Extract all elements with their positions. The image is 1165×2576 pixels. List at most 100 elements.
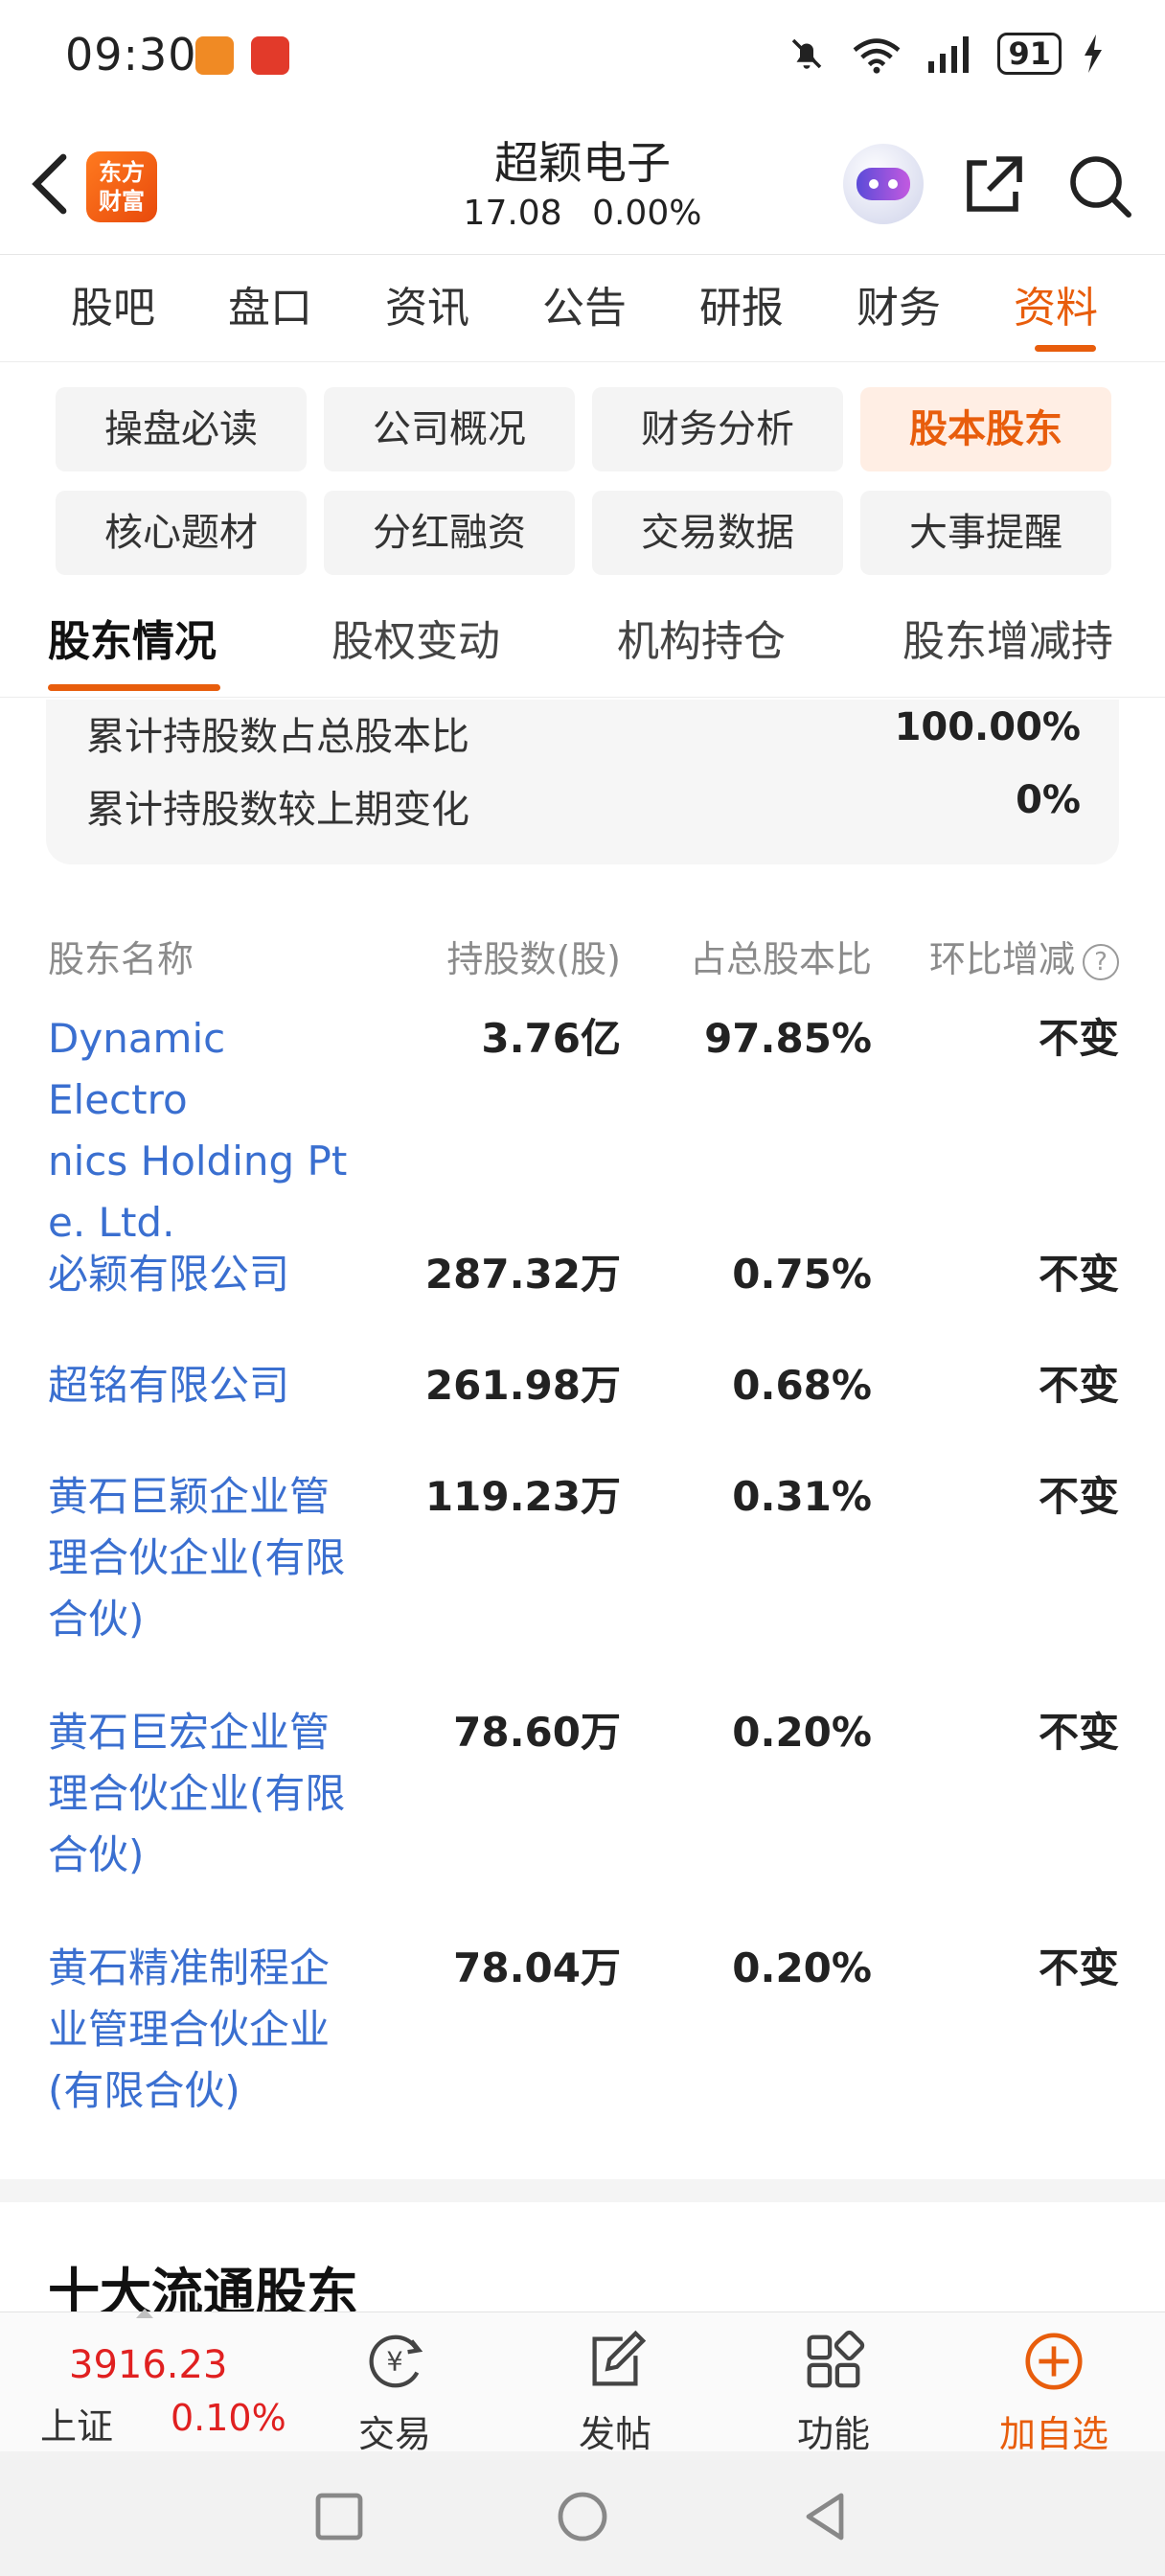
holder-name-line: 黄石巨颖企业管: [48, 1473, 331, 1520]
holder-change: 不变: [1038, 1473, 1119, 1520]
add-watchlist-icon: [1025, 2333, 1083, 2390]
nav-post[interactable]: 发帖: [538, 2328, 692, 2457]
holder-name-link[interactable]: 超铭有限公司: [48, 1355, 374, 1416]
section-financial-analysis-button[interactable]: 财务分析: [592, 387, 843, 472]
home-icon[interactable]: [554, 2488, 611, 2545]
profile-sections-grid: 操盘必读 公司概况 财务分析 股本股东 核心题材 分红融资 交易数据 大事提醒: [56, 387, 1113, 575]
tab-finance[interactable]: 财务: [820, 255, 977, 361]
holder-shares: 287.32万: [424, 1251, 621, 1298]
trade-icon: ¥: [369, 2334, 423, 2388]
holder-name-line: 理合伙企业(有限: [48, 1770, 346, 1817]
holder-ratio: 0.31%: [732, 1473, 872, 1520]
tab-guba[interactable]: 股吧: [34, 255, 192, 361]
charging-icon: [1085, 34, 1102, 73]
holder-change: 不变: [1038, 1251, 1119, 1298]
share-button[interactable]: [958, 151, 1027, 220]
section-events-button[interactable]: 大事提醒: [860, 491, 1111, 575]
tab-announcements[interactable]: 公告: [506, 255, 663, 361]
holder-ratio: 0.75%: [732, 1251, 872, 1298]
tab-research[interactable]: 研报: [663, 255, 820, 361]
stock-price: 17.08: [463, 194, 562, 233]
recent-apps-icon[interactable]: [310, 2488, 368, 2545]
holder-name-line: 业管理合伙企业: [48, 2006, 331, 2053]
tab-equity-changes[interactable]: 股权变动: [331, 594, 500, 690]
mute-bell-icon: [792, 38, 822, 69]
index-value: 3916.23: [69, 2343, 228, 2387]
summary-label: 累计持股数占总股本比: [86, 715, 469, 759]
section-must-read-button[interactable]: 操盘必读: [56, 387, 307, 472]
section-trading-data-button[interactable]: 交易数据: [592, 491, 843, 575]
bottom-nav: 3916.23 上证 0.10% ¥ 交易 发帖 功能 加自选: [0, 2309, 1165, 2455]
stock-header: 东方 财富 超颖电子 17.08 0.00%: [0, 115, 1165, 255]
holder-change: 不变: [1038, 1944, 1119, 1991]
summary-value: 100.00%: [894, 705, 1081, 749]
tab-profile[interactable]: 资料: [977, 255, 1134, 361]
shareholder-tabs: 股东情况 股权变动 机构持仓 股东增减持: [0, 594, 1165, 698]
header-ratio: 占总股本比: [689, 938, 872, 980]
holder-shares: 261.98万: [424, 1362, 621, 1409]
holder-name-line: 必颖有限公司: [48, 1251, 290, 1298]
back-nav-icon[interactable]: [797, 2488, 855, 2545]
section-dividends-button[interactable]: 分红融资: [324, 491, 575, 575]
summary-row: 累计持股数占总股本比 100.00%: [86, 705, 1081, 763]
header-name: 股东名称: [48, 938, 194, 980]
holder-name-link[interactable]: 必颖有限公司: [48, 1244, 374, 1305]
holder-ratio: 0.68%: [732, 1362, 872, 1409]
status-indicators: 91: [787, 33, 1104, 75]
nav-label: 发帖: [578, 2413, 651, 2455]
holder-name-line: (有限合伙): [48, 2067, 240, 2114]
section-divider: [0, 2179, 1165, 2202]
holder-name-line: 超铭有限公司: [48, 1362, 290, 1409]
nav-trade[interactable]: ¥ 交易: [318, 2328, 471, 2457]
header-change: 环比增减?: [929, 930, 1119, 982]
search-button[interactable]: [1065, 151, 1134, 220]
robot-icon: [857, 168, 910, 200]
expand-arrow-icon: [136, 2309, 153, 2318]
status-bar: 09:30 91: [0, 0, 1165, 115]
summary-row: 累计持股数较上期变化 0%: [86, 778, 1081, 836]
tab-holding-changes[interactable]: 股东增减持: [902, 594, 1113, 690]
holder-name-line: Dynamic Electro: [48, 1015, 226, 1123]
section-shareholders-button[interactable]: 股本股东: [860, 387, 1111, 472]
holder-name-line: 理合伙企业(有限: [48, 1534, 346, 1581]
system-navigation-bar: [0, 2451, 1165, 2576]
holder-name-link[interactable]: 黄石精准制程企 业管理合伙企业 (有限合伙): [48, 1938, 374, 2122]
summary-value: 0%: [1016, 778, 1081, 822]
battery-level: 91: [997, 33, 1062, 75]
header-shares: 持股数(股): [446, 938, 621, 980]
nav-functions[interactable]: 功能: [757, 2328, 910, 2457]
holder-name-link[interactable]: Dynamic Electro nics Holding Pt e. Ltd.: [48, 1008, 374, 1254]
status-time: 09:30: [65, 29, 197, 80]
holder-name-link[interactable]: 黄石巨宏企业管 理合伙企业(有限 合伙): [48, 1702, 374, 1886]
ai-assistant-button[interactable]: [843, 144, 924, 224]
post-icon: [592, 2330, 647, 2386]
holder-name-link[interactable]: 黄石巨颖企业管 理合伙企业(有限 合伙): [48, 1466, 374, 1650]
header-change-label: 环比增减: [928, 938, 1075, 980]
nav-add-watchlist[interactable]: 加自选: [977, 2328, 1131, 2457]
holder-name-line: 合伙): [48, 1596, 145, 1643]
section-core-themes-button[interactable]: 核心题材: [56, 491, 307, 575]
tab-news[interactable]: 资讯: [349, 255, 506, 361]
market-index-ticker[interactable]: 3916.23 上证 0.10%: [38, 2309, 307, 2452]
search-icon: [1070, 156, 1131, 218]
holder-name-line: 黄石巨宏企业管: [48, 1709, 331, 1756]
notification-app-icon: [195, 36, 234, 75]
section-company-overview-button[interactable]: 公司概况: [324, 387, 575, 472]
nav-label: 功能: [796, 2413, 870, 2455]
holder-shares: 119.23万: [424, 1473, 621, 1520]
holder-ratio: 0.20%: [732, 1944, 872, 1991]
holder-name-line: 合伙): [48, 1831, 145, 1878]
tab-shareholder-status[interactable]: 股东情况: [48, 594, 217, 690]
holder-shares: 3.76亿: [481, 1015, 621, 1062]
svg-text:¥: ¥: [386, 2348, 402, 2378]
wifi-icon: [854, 38, 901, 74]
apps-icon: [807, 2330, 865, 2388]
notification-app-icon-2: [251, 36, 289, 75]
holder-ratio: 0.20%: [732, 1709, 872, 1756]
index-change: 0.10%: [171, 2397, 286, 2439]
tab-institutional-holdings[interactable]: 机构持仓: [617, 594, 786, 690]
tab-pankou[interactable]: 盘口: [192, 255, 349, 361]
holder-shares: 78.04万: [453, 1944, 621, 1991]
help-icon[interactable]: ?: [1083, 944, 1119, 980]
index-name: 上证: [40, 2405, 114, 2448]
